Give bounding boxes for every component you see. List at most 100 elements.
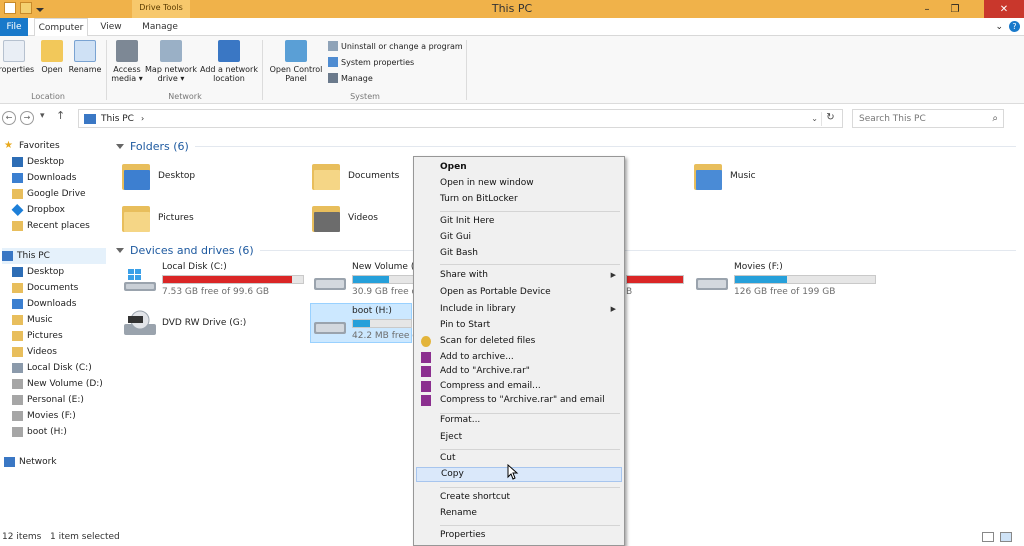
menu-item-open-new-window[interactable]: Open in new window: [416, 176, 622, 191]
nav-network[interactable]: Network: [4, 454, 57, 470]
properties-button[interactable]: Properties: [0, 40, 36, 74]
nav-pc-downloads[interactable]: Downloads: [12, 296, 76, 312]
add-network-location-button[interactable]: Add a network location: [200, 40, 258, 83]
menu-item-bitlocker[interactable]: Turn on BitLocker: [416, 192, 622, 207]
winrar-icon: [421, 352, 431, 363]
menu-item-git-bash[interactable]: Git Bash: [416, 246, 622, 261]
nav-pc-pictures[interactable]: Pictures: [12, 328, 63, 344]
search-icon[interactable]: ⌕: [992, 113, 998, 124]
nav-pc-videos[interactable]: Videos: [12, 344, 57, 360]
nav-pc-desktop[interactable]: Desktop: [12, 264, 64, 280]
nav-this-pc[interactable]: This PC: [2, 248, 106, 264]
access-media-button[interactable]: Access media ▾: [110, 40, 144, 83]
tab-file[interactable]: File: [0, 18, 28, 36]
folder-music[interactable]: Music: [692, 160, 756, 192]
nav-pc-personal-e[interactable]: Personal (E:): [12, 392, 84, 408]
drive-dvd-rw-g[interactable]: DVD RW Drive (G:): [122, 306, 282, 342]
nav-favorites[interactable]: ★ Favorites: [4, 138, 60, 154]
address-bar[interactable]: This PC › ⌄ ↻: [78, 109, 843, 128]
menu-item-pin-start[interactable]: Pin to Start: [416, 318, 622, 333]
menu-item-git-init[interactable]: Git Init Here: [416, 214, 622, 229]
folder-documents[interactable]: Documents: [310, 160, 399, 192]
menu-item-portable-device[interactable]: Open as Portable Device: [416, 285, 622, 300]
manage-button[interactable]: Manage: [328, 73, 373, 83]
drive-free-space: 7.53 GB free of 99.6 GB: [162, 287, 270, 297]
menu-item-properties[interactable]: Properties: [416, 528, 622, 543]
menu-item-rename[interactable]: Rename: [416, 506, 622, 521]
menu-item-format[interactable]: Format...: [416, 413, 622, 428]
ribbon-tabs: File Computer View Manage ⌄ ?: [0, 18, 1024, 37]
back-button[interactable]: ←: [2, 111, 16, 125]
drive-usage-bar: [734, 275, 876, 284]
folder-pictures[interactable]: Pictures: [120, 202, 194, 234]
minimize-button[interactable]: –: [914, 0, 940, 18]
menu-item-share-with[interactable]: Share with ▶: [416, 268, 622, 283]
address-path[interactable]: This PC: [101, 114, 134, 124]
menu-item-compress-email[interactable]: Compress and email...: [416, 379, 622, 394]
nav-pc-movies-f[interactable]: Movies (F:): [12, 408, 76, 424]
forward-button[interactable]: →: [20, 111, 34, 125]
nav-pc-new-volume-d[interactable]: New Volume (D:): [12, 376, 103, 392]
open-control-panel-button[interactable]: Open Control Panel: [266, 40, 326, 83]
menu-item-add-archive-rar[interactable]: Add to "Archive.rar": [416, 364, 622, 379]
nav-pc-local-disk-c[interactable]: Local Disk (C:): [12, 360, 92, 376]
details-view-icon[interactable]: [982, 532, 994, 542]
menu-item-open[interactable]: Open: [416, 160, 622, 175]
drive-new-volume-d[interactable]: New Volume (D 30.9 GB free of: [312, 262, 421, 302]
menu-item-compress-rar-email[interactable]: Compress to "Archive.rar" and email: [416, 393, 622, 408]
menu-item-eject[interactable]: Eject: [416, 430, 622, 445]
header-line: [259, 250, 1016, 251]
folder-videos[interactable]: Videos: [310, 202, 378, 234]
system-properties-button[interactable]: System properties: [328, 57, 414, 67]
menu-item-git-gui[interactable]: Git Gui: [416, 230, 622, 245]
drive-local-disk-c[interactable]: Local Disk (C:) 7.53 GB free of 99.6 GB: [122, 262, 312, 302]
nav-item-label: Dropbox: [27, 205, 65, 215]
help-icon[interactable]: ?: [1009, 21, 1020, 32]
menu-item-include-library[interactable]: Include in library ▶: [416, 302, 622, 317]
nav-pc-documents[interactable]: Documents: [12, 280, 78, 296]
nav-fav-dropbox[interactable]: Dropbox: [11, 202, 65, 218]
drive-movies-f[interactable]: Movies (F:) 126 GB free of 199 GB: [694, 262, 884, 302]
refresh-icon[interactable]: ↻: [821, 112, 839, 126]
up-button[interactable]: ↑: [56, 109, 65, 122]
breadcrumb-chevron-icon[interactable]: ›: [141, 114, 144, 123]
network-icon: [4, 457, 15, 467]
menu-item-cut[interactable]: Cut: [416, 451, 622, 466]
group-system: System: [350, 92, 380, 101]
tab-manage[interactable]: Manage: [134, 18, 186, 36]
search-input[interactable]: Search This PC ⌕: [852, 109, 1004, 128]
recent-locations-icon[interactable]: ▾: [40, 111, 45, 121]
pictures-icon: [12, 331, 23, 341]
folders-header[interactable]: Folders (6): [116, 140, 1016, 153]
tab-view[interactable]: View: [94, 18, 128, 36]
menu-item-scan-deleted[interactable]: Scan for deleted files: [416, 334, 622, 349]
open-button[interactable]: Open: [38, 40, 66, 74]
nav-pc-boot-h[interactable]: boot (H:): [12, 424, 67, 440]
nav-fav-downloads[interactable]: Downloads: [12, 170, 76, 186]
drive-name: DVD RW Drive (G:): [162, 318, 247, 328]
nav-fav-recent-places[interactable]: Recent places: [12, 218, 90, 234]
nav-fav-desktop[interactable]: Desktop: [12, 154, 64, 170]
drive-usage-bar: [626, 275, 684, 284]
map-network-drive-button[interactable]: Map network drive ▾: [144, 40, 198, 83]
drive-partial[interactable]: B: [626, 262, 686, 302]
expand-ribbon-icon[interactable]: ⌄: [995, 22, 1003, 32]
drive-free-space: 42.2 MB free of: [352, 331, 421, 341]
tab-computer[interactable]: Computer: [34, 18, 88, 37]
folder-desktop[interactable]: Desktop: [120, 160, 195, 192]
menu-item-copy[interactable]: Copy: [416, 467, 622, 482]
address-dropdown-icon[interactable]: ⌄: [811, 114, 818, 123]
rename-button[interactable]: Rename: [68, 40, 102, 74]
menu-item-create-shortcut[interactable]: Create shortcut: [416, 490, 622, 505]
close-button[interactable]: ✕: [984, 0, 1024, 18]
large-icons-view-icon[interactable]: [1000, 532, 1012, 542]
menu-item-add-archive[interactable]: Add to archive...: [416, 350, 622, 365]
drive-usage-bar: [352, 275, 414, 284]
drive-boot-h[interactable]: boot (H:) 42.2 MB free of: [312, 306, 421, 342]
nav-fav-google-drive[interactable]: Google Drive: [12, 186, 86, 202]
scan-deleted-label: Scan for deleted files: [440, 336, 536, 346]
drive-usage-fill: [735, 276, 787, 283]
uninstall-program-button[interactable]: Uninstall or change a program: [328, 41, 463, 51]
nav-pc-music[interactable]: Music: [12, 312, 53, 328]
maximize-button[interactable]: ❐: [942, 0, 968, 18]
